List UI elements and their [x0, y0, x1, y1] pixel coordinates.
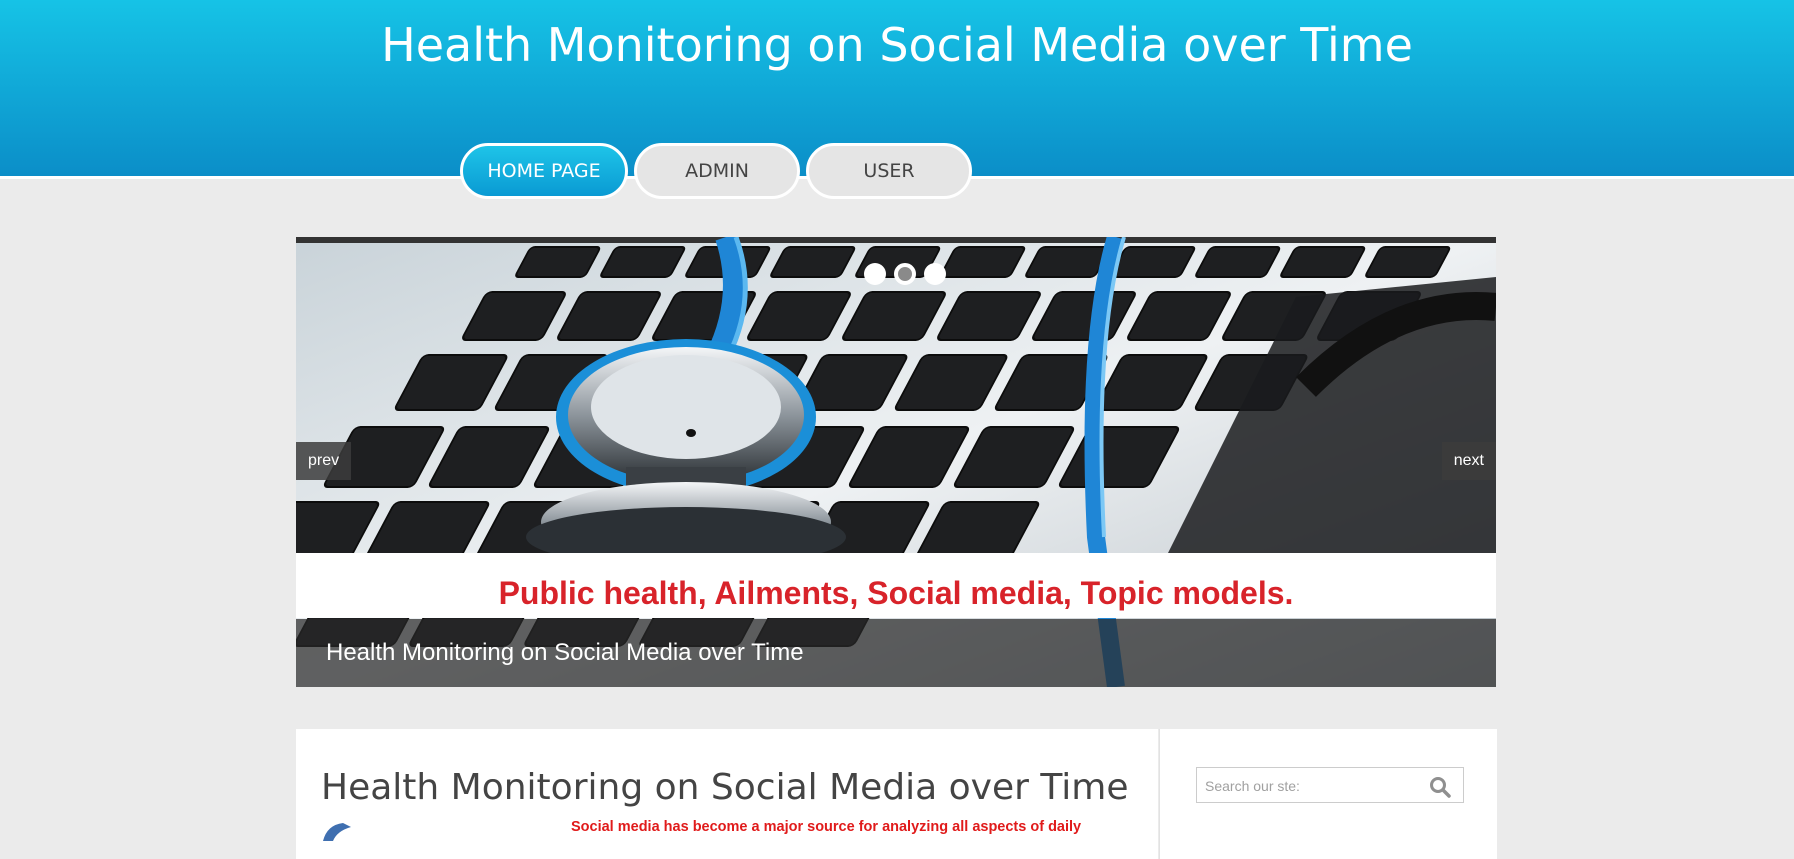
slider-next-button[interactable]: next: [1441, 442, 1496, 480]
site-header: Health Monitoring on Social Media over T…: [0, 0, 1794, 199]
slide-caption: Health Monitoring on Social Media over T…: [326, 639, 804, 666]
slide-tagline: Public health, Ailments, Social media, T…: [498, 575, 1294, 611]
search-box: [1196, 767, 1464, 804]
content-title: Health Monitoring on Social Media over T…: [321, 767, 1129, 808]
main-content: Health Monitoring on Social Media over T…: [296, 729, 1158, 859]
nav-tab-home-page[interactable]: HOME PAGE: [460, 143, 628, 199]
slider-dot-3[interactable]: [924, 263, 946, 285]
nav-tab-admin[interactable]: ADMIN: [634, 143, 800, 199]
slider-dot-1[interactable]: [864, 263, 886, 285]
image-slider: Public health, Ailments, Social media, T…: [296, 237, 1496, 687]
article-thumbnail-icon: [323, 823, 351, 841]
search-input[interactable]: [1203, 768, 1427, 804]
slider-pagination: [864, 263, 946, 285]
site-title: Health Monitoring on Social Media over T…: [381, 18, 1413, 72]
slider-dot-2[interactable]: [894, 263, 916, 285]
content-excerpt: Social media has become a major source f…: [571, 819, 1082, 835]
nav-tab-user[interactable]: USER: [806, 143, 972, 199]
sidebar: [1159, 729, 1497, 859]
main-nav: HOME PAGE ADMIN USER: [460, 143, 972, 199]
slider-prev-button[interactable]: prev: [296, 442, 352, 480]
search-icon[interactable]: [1429, 776, 1451, 798]
